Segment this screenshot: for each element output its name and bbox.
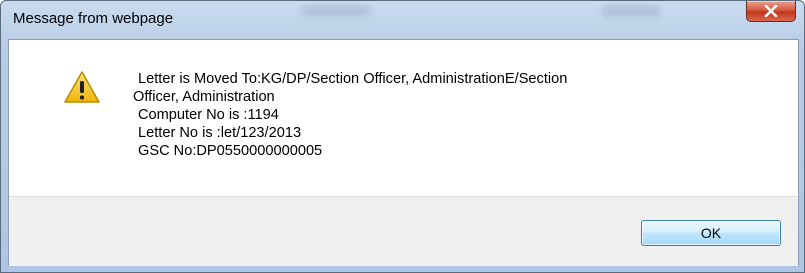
close-button[interactable]: [746, 1, 796, 22]
window-title: Message from webpage: [13, 10, 174, 27]
title-bar[interactable]: Message from webpage: [1, 1, 804, 39]
dialog-body: Letter is Moved To:KG/DP/Section Officer…: [8, 39, 799, 266]
close-icon: [764, 5, 778, 17]
message-area: Letter is Moved To:KG/DP/Section Officer…: [9, 40, 798, 196]
warning-icon: [64, 71, 100, 103]
message-text: Letter is Moved To:KG/DP/Section Officer…: [133, 70, 773, 160]
message-line: Officer, Administration: [133, 89, 275, 105]
button-bar: OK: [9, 196, 798, 266]
message-line: Computer No is :1194: [138, 107, 279, 123]
dialog-window: Message from webpage Letter is Moved To:…: [0, 0, 805, 273]
message-line: Letter is Moved To:KG/DP/Section Officer…: [138, 71, 568, 87]
message-line: GSC No:DP0550000000005: [138, 143, 323, 159]
background-blur: [601, 5, 661, 17]
message-line: Letter No is :let/123/2013: [138, 125, 302, 141]
ok-button[interactable]: OK: [641, 220, 781, 246]
background-blur: [301, 5, 371, 17]
